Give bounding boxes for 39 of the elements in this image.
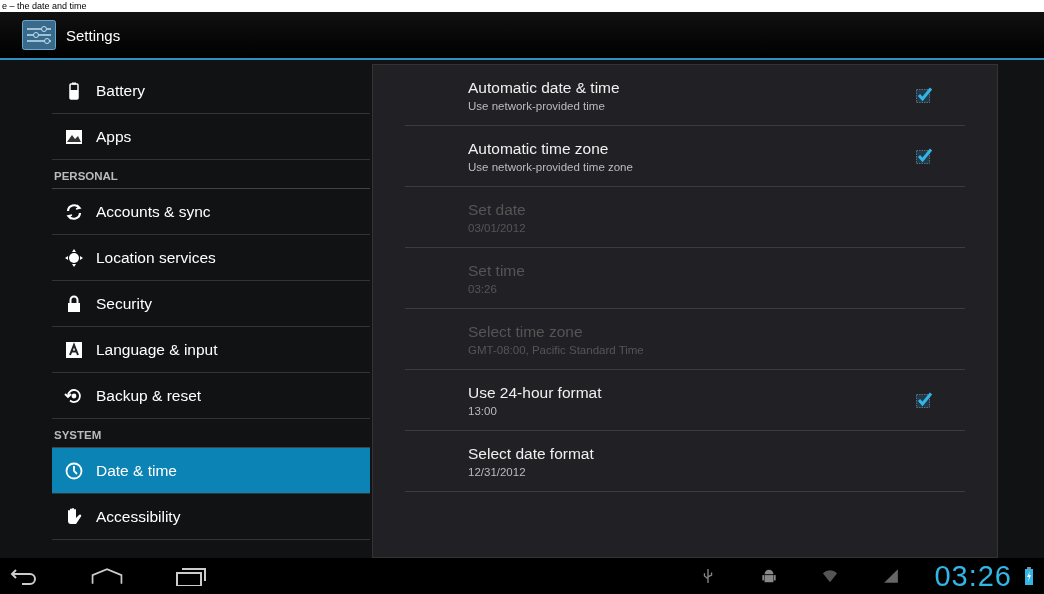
setting-summary: Use network-provided time <box>468 99 605 112</box>
home-icon[interactable] <box>90 566 124 586</box>
sidebar-item[interactable]: Accessibility <box>52 494 370 540</box>
sidebar-item[interactable]: Backup & reset <box>52 373 370 419</box>
sidebar-item[interactable]: Accounts & sync <box>52 189 370 235</box>
sidebar-item[interactable]: Date & time <box>52 448 370 494</box>
checkbox[interactable] <box>915 86 933 104</box>
sidebar-item[interactable]: Security <box>52 281 370 327</box>
signal-icon <box>883 568 900 584</box>
setting-summary: Use network-provided time zone <box>468 160 633 173</box>
app-title: Settings <box>66 26 121 44</box>
settings-sliders-icon[interactable] <box>22 20 56 50</box>
setting-summary: 12/31/2012 <box>468 465 526 478</box>
setting-row[interactable]: Select date format 12/31/2012 <box>405 431 965 492</box>
crosshair-icon <box>64 247 84 268</box>
recent-apps-icon[interactable] <box>174 566 208 586</box>
setting-row[interactable]: Use 24-hour format 13:00 <box>405 370 965 431</box>
letter-a-icon <box>64 339 84 360</box>
caption-text: e – the date and time <box>2 0 87 12</box>
sidebar-item[interactable]: Location services <box>52 235 370 281</box>
sidebar-item[interactable]: Language & input <box>52 327 370 373</box>
setting-title: Automatic date & time <box>468 78 620 97</box>
setting-row[interactable]: Automatic date & time Use network-provided time <box>405 65 965 126</box>
android-robot-icon <box>761 568 778 584</box>
setting-title: Select date format <box>468 444 594 463</box>
setting-title: Automatic time zone <box>468 139 609 158</box>
setting-row[interactable]: Automatic time zone Use network-provided time zone <box>405 126 965 187</box>
setting-title: Use 24-hour format <box>468 383 602 402</box>
sidebar-item[interactable]: Apps <box>52 114 370 160</box>
section-header: PERSONAL <box>52 160 370 189</box>
checkbox[interactable] <box>915 147 933 165</box>
clock: 03:26 <box>934 559 1012 593</box>
clock-icon <box>64 460 84 481</box>
sidebar-item[interactable]: Battery <box>52 68 370 114</box>
sync-icon <box>64 201 84 222</box>
checkbox[interactable] <box>915 391 933 409</box>
setting-summary: 13:00 <box>468 404 497 417</box>
wifi-icon <box>822 568 839 584</box>
battery-charging-icon <box>1024 566 1034 586</box>
